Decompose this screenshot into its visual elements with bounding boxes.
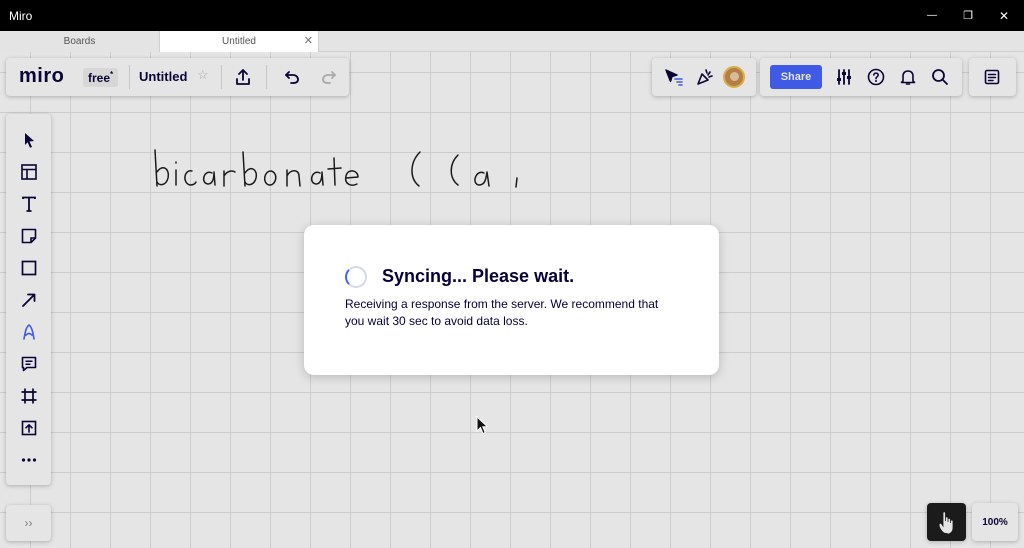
tab-boards[interactable]: Boards	[0, 31, 160, 52]
restore-icon: ❐	[963, 10, 973, 22]
tab-label: Boards	[63, 36, 96, 47]
minimize-button[interactable]: —	[914, 0, 950, 31]
tab-untitled[interactable]: Untitled ✕	[160, 31, 319, 52]
maximize-button[interactable]: ❐	[950, 0, 986, 31]
window-title: Miro	[9, 9, 33, 23]
close-button[interactable]: ✕	[986, 0, 1022, 31]
tab-label: Untitled	[222, 36, 256, 47]
sync-dialog: Syncing... Please wait. Receiving a resp…	[304, 225, 719, 375]
close-icon: ✕	[998, 8, 1010, 23]
window-titlebar: Miro — ❐ ✕	[0, 0, 1024, 31]
tab-close-icon[interactable]: ✕	[304, 34, 313, 47]
tab-bar: Boards Untitled ✕	[0, 31, 1024, 52]
dialog-message: Receiving a response from the server. We…	[345, 297, 659, 328]
loading-spinner-icon	[345, 266, 367, 288]
mouse-cursor-icon	[476, 416, 489, 435]
dialog-title: Syncing... Please wait.	[382, 266, 575, 286]
minimize-icon: —	[927, 10, 937, 21]
